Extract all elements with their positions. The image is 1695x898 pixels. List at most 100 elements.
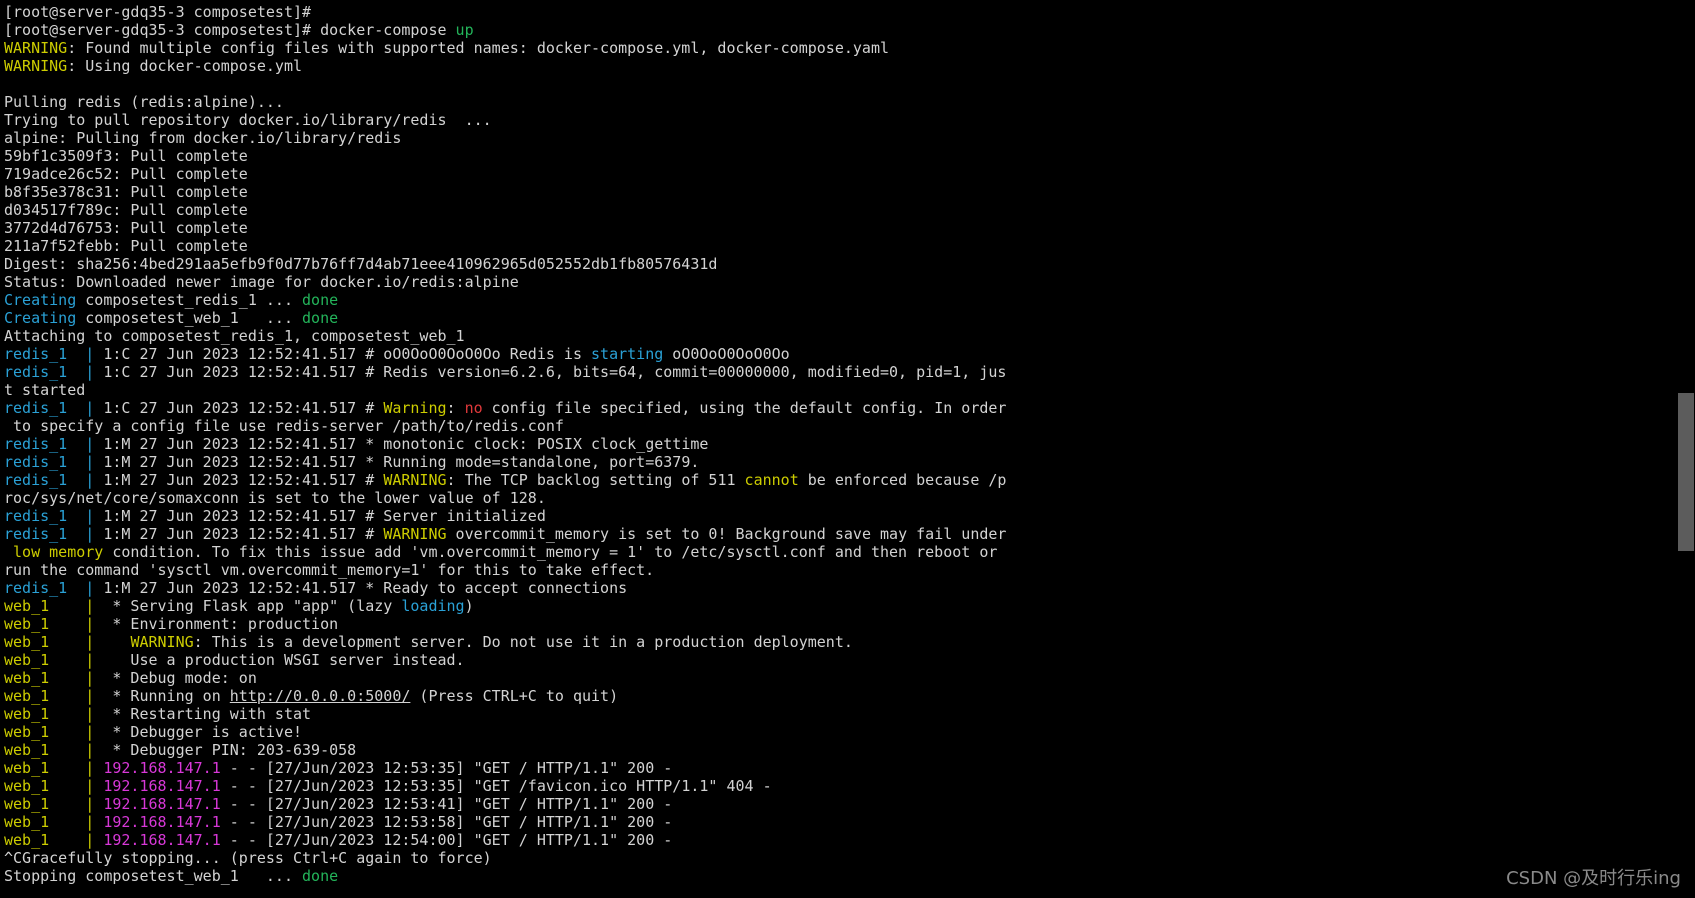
terminal-text-segment: oO0OoO0OoO0Oo <box>663 345 790 363</box>
terminal-line: run the command 'sysctl vm.overcommit_me… <box>4 561 1674 579</box>
terminal-text-segment: be enforced because /p <box>798 471 1007 489</box>
terminal-text-segment: roc/sys/net/core/somaxconn is set to the… <box>4 489 546 507</box>
terminal-text-segment: no <box>464 399 483 417</box>
terminal-text-segment: web_1 | <box>4 615 104 633</box>
terminal-window[interactable]: [root@server-gdq35-3 composetest]# [root@… <box>0 0 1695 898</box>
terminal-text-segment: Attaching to composetest_redis_1, compos… <box>4 327 465 345</box>
terminal-output[interactable]: [root@server-gdq35-3 composetest]# [root@… <box>4 3 1674 885</box>
terminal-text-segment: loading <box>401 597 465 615</box>
terminal-line: web_1 | * Debug mode: on <box>4 669 1674 687</box>
terminal-line: Trying to pull repository docker.io/libr… <box>4 111 1674 129</box>
terminal-text-segment: : Using docker-compose.yml <box>67 57 303 75</box>
terminal-text-segment: 192.168.147.1 <box>103 777 221 795</box>
terminal-line: Digest: sha256:4bed291aa5efb9f0d77b76ff7… <box>4 255 1674 273</box>
terminal-line: redis_1 | 1:M 27 Jun 2023 12:52:41.517 #… <box>4 525 1674 543</box>
terminal-line: redis_1 | 1:M 27 Jun 2023 12:52:41.517 #… <box>4 507 1674 525</box>
terminal-line: redis_1 | 1:C 27 Jun 2023 12:52:41.517 #… <box>4 345 1674 363</box>
terminal-line: redis_1 | 1:C 27 Jun 2023 12:52:41.517 #… <box>4 363 1674 381</box>
terminal-text-segment: starting <box>591 345 664 363</box>
terminal-text-segment: web_1 | <box>4 759 104 777</box>
terminal-text-segment: - - [27/Jun/2023 12:53:35] "GET / HTTP/1… <box>220 759 673 777</box>
terminal-line: Status: Downloaded newer image for docke… <box>4 273 1674 291</box>
terminal-text-segment: [root@server-gdq35-3 composetest]# <box>4 3 312 21</box>
terminal-line: t started <box>4 381 1674 399</box>
terminal-text-segment: Creating <box>4 309 77 327</box>
watermark: CSDN @及时行乐ing <box>1506 868 1681 889</box>
terminal-text-segment: redis_1 | <box>4 507 104 525</box>
terminal-text-segment: done <box>302 867 339 885</box>
terminal-line: web_1 | 192.168.147.1 - - [27/Jun/2023 1… <box>4 831 1674 849</box>
terminal-text-segment: web_1 | <box>4 669 104 687</box>
terminal-text-segment: to specify a config file use redis-serve… <box>4 417 564 435</box>
terminal-text-segment: Pulling redis (redis:alpine)... <box>4 93 284 111</box>
terminal-line: web_1 | * Restarting with stat <box>4 705 1674 723</box>
terminal-line: web_1 | Use a production WSGI server ins… <box>4 651 1674 669</box>
terminal-line: 211a7f52febb: Pull complete <box>4 237 1674 255</box>
terminal-text-segment: (Press CTRL+C to quit) <box>410 687 619 705</box>
terminal-line: 59bf1c3509f3: Pull complete <box>4 147 1674 165</box>
terminal-text-segment: Trying to pull repository docker.io/libr… <box>4 111 492 129</box>
terminal-text-segment: 1:C 27 Jun 2023 12:52:41.517 # oO0OoO0Oo… <box>103 345 592 363</box>
terminal-text-segment: 1:C 27 Jun 2023 12:52:41.517 # <box>103 399 384 417</box>
terminal-text-segment: 1:M 27 Jun 2023 12:52:41.517 # <box>103 471 384 489</box>
terminal-text-segment: : The TCP backlog setting of 511 <box>446 471 745 489</box>
terminal-line: 3772d4d76753: Pull complete <box>4 219 1674 237</box>
terminal-text-segment: ^CGracefully stopping... (press Ctrl+C a… <box>4 849 492 867</box>
terminal-text-segment: done <box>302 309 339 327</box>
terminal-line: web_1 | * Debugger PIN: 203-639-058 <box>4 741 1674 759</box>
terminal-text-segment: 719adce26c52: Pull complete <box>4 165 248 183</box>
terminal-line: Creating composetest_web_1 ... done <box>4 309 1674 327</box>
terminal-line: redis_1 | 1:M 27 Jun 2023 12:52:41.517 #… <box>4 471 1674 489</box>
terminal-text-segment: 1:M 27 Jun 2023 12:52:41.517 * Ready to … <box>103 579 628 597</box>
terminal-text-segment: - - [27/Jun/2023 12:54:00] "GET / HTTP/1… <box>220 831 673 849</box>
terminal-text-segment: WARNING <box>383 471 447 489</box>
vertical-scrollbar[interactable] <box>1677 0 1695 898</box>
terminal-text-segment: WARNING <box>383 525 447 543</box>
terminal-text-segment: : Found multiple config files with suppo… <box>67 39 890 57</box>
terminal-text-segment: redis_1 | <box>4 345 104 363</box>
terminal-text-segment: Creating <box>4 291 77 309</box>
terminal-text-segment: redis_1 | <box>4 363 104 381</box>
terminal-text-segment: redis_1 | <box>4 471 104 489</box>
terminal-text-segment: up <box>455 21 474 39</box>
terminal-text-segment: alpine: Pulling from docker.io/library/r… <box>4 129 402 147</box>
terminal-text-segment: web_1 | <box>4 795 104 813</box>
terminal-line: Pulling redis (redis:alpine)... <box>4 93 1674 111</box>
terminal-text-segment: redis_1 | <box>4 399 104 417</box>
terminal-text-segment: 1:M 27 Jun 2023 12:52:41.517 # Server in… <box>103 507 546 525</box>
terminal-text-segment: composetest_redis_1 ... <box>76 291 303 309</box>
scrollbar-thumb[interactable] <box>1678 393 1694 551</box>
terminal-text-segment: redis_1 | <box>4 453 104 471</box>
terminal-line: ^CGracefully stopping... (press Ctrl+C a… <box>4 849 1674 867</box>
terminal-line: redis_1 | 1:M 27 Jun 2023 12:52:41.517 *… <box>4 453 1674 471</box>
terminal-text-segment: - - [27/Jun/2023 12:53:35] "GET /favicon… <box>220 777 772 795</box>
terminal-text-segment: 211a7f52febb: Pull complete <box>4 237 248 255</box>
terminal-text-segment: web_1 | <box>4 597 104 615</box>
terminal-text-segment: web_1 | <box>4 777 104 795</box>
terminal-link[interactable]: http://0.0.0.0:5000/ <box>230 687 411 705</box>
terminal-line: redis_1 | 1:M 27 Jun 2023 12:52:41.517 *… <box>4 579 1674 597</box>
terminal-text-segment: condition. To fix this issue add 'vm.ove… <box>103 543 998 561</box>
terminal-text-segment: 3772d4d76753: Pull complete <box>4 219 248 237</box>
terminal-line: d034517f789c: Pull complete <box>4 201 1674 219</box>
terminal-line: web_1 | 192.168.147.1 - - [27/Jun/2023 1… <box>4 777 1674 795</box>
terminal-text-segment: WARNING <box>4 39 68 57</box>
terminal-line: [root@server-gdq35-3 composetest]# <box>4 3 1674 21</box>
terminal-text-segment: 192.168.147.1 <box>103 759 221 777</box>
terminal-line: web_1 | 192.168.147.1 - - [27/Jun/2023 1… <box>4 759 1674 777</box>
terminal-text-segment: Use a production WSGI server instead. <box>103 651 465 669</box>
terminal-text-segment: web_1 | <box>4 813 104 831</box>
terminal-text-segment: web_1 | <box>4 831 104 849</box>
terminal-text-segment: - - [27/Jun/2023 12:53:41] "GET / HTTP/1… <box>220 795 673 813</box>
terminal-line: Stopping composetest_web_1 ... done <box>4 867 1674 885</box>
terminal-text-segment: Status: Downloaded newer image for docke… <box>4 273 519 291</box>
terminal-text-segment: 192.168.147.1 <box>103 813 221 831</box>
terminal-line: 719adce26c52: Pull complete <box>4 165 1674 183</box>
terminal-text-segment: run the command 'sysctl vm.overcommit_me… <box>4 561 655 579</box>
terminal-line: roc/sys/net/core/somaxconn is set to the… <box>4 489 1674 507</box>
terminal-text-segment: * Debug mode: on <box>103 669 257 687</box>
terminal-text-segment: redis_1 | <box>4 579 104 597</box>
terminal-text-segment: composetest_web_1 ... <box>76 309 303 327</box>
terminal-text-segment: * Debugger is active! <box>103 723 303 741</box>
terminal-text-segment: ) <box>464 597 474 615</box>
